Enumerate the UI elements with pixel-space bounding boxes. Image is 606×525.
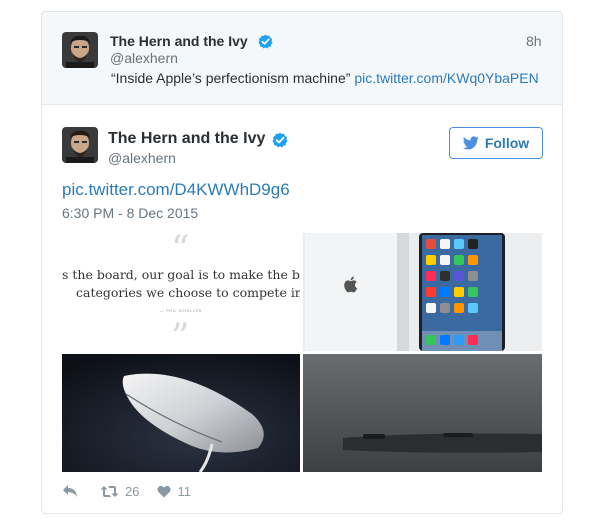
tweet-card: The Hern and the Ivy @alexhern 8h “Insid…	[41, 11, 563, 514]
media-photo-quote[interactable]: “ ” s the board, our goal is to make the…	[62, 233, 300, 351]
author-handle[interactable]: @alexhern	[108, 150, 176, 166]
tweet-actions: 26 11	[62, 481, 191, 501]
verified-badge-icon	[258, 34, 273, 49]
retweet-button[interactable]: 26	[100, 484, 139, 499]
parent-tweet-text: “Inside Apple’s perfectionism machine” p…	[111, 70, 539, 86]
media-link[interactable]: pic.twitter.com/KWq0YbaPEN	[354, 70, 538, 86]
avatar[interactable]	[62, 127, 98, 163]
reply-icon	[63, 485, 77, 497]
media-grid: “ ” s the board, our goal is to make the…	[62, 233, 542, 472]
parent-tweet[interactable]: The Hern and the Ivy @alexhern 8h “Insid…	[42, 12, 562, 105]
retweet-count: 26	[125, 483, 140, 499]
tweet-time[interactable]: 8h	[526, 33, 542, 49]
twitter-bird-icon	[462, 136, 479, 150]
tweet-text: “Inside Apple’s perfectionism machine”	[111, 70, 351, 86]
quote-line-2: categories we choose to compete in.	[76, 285, 300, 300]
quote-line-1: s the board, our goal is to make the bes…	[62, 267, 300, 282]
author-name[interactable]: The Hern and the Ivy	[108, 130, 265, 148]
verified-badge-icon	[272, 132, 288, 148]
author-name[interactable]: The Hern and the Ivy	[110, 33, 248, 49]
like-button[interactable]: 11	[157, 484, 191, 499]
retweet-icon	[100, 485, 119, 497]
author-handle[interactable]: @alexhern	[110, 50, 178, 66]
media-link[interactable]: pic.twitter.com/D4KWWhD9g6	[62, 180, 290, 200]
like-count: 11	[177, 483, 191, 499]
svg-text:“: “	[171, 233, 189, 270]
svg-text:”: ”	[171, 317, 189, 351]
media-photo-iphone-edge[interactable]	[303, 354, 542, 472]
reply-button[interactable]	[62, 484, 78, 498]
avatar[interactable]	[62, 32, 98, 68]
tweet-timestamp[interactable]: 6:30 PM - 8 Dec 2015	[62, 205, 198, 221]
quote-attribution: — PHIL SCHILLER	[160, 308, 203, 313]
media-photo-magic-mouse[interactable]	[62, 354, 300, 472]
heart-icon	[157, 485, 171, 497]
follow-button[interactable]: Follow	[449, 127, 543, 159]
follow-label: Follow	[484, 135, 530, 151]
media-photo-iphone[interactable]	[303, 233, 542, 351]
